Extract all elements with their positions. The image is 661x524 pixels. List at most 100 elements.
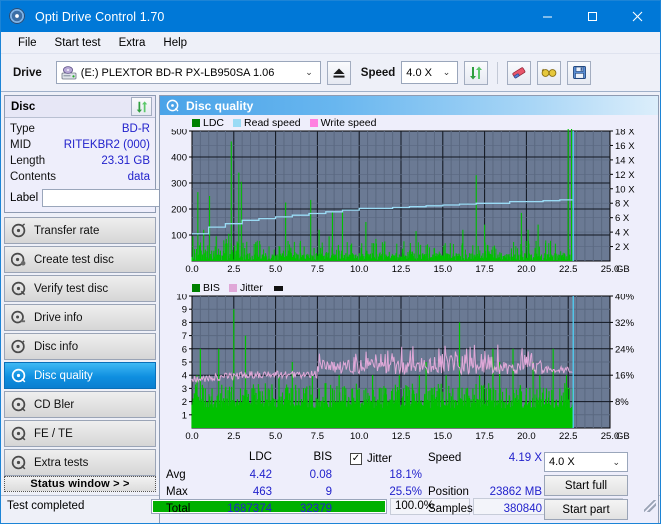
sidebar-item-label: FE / TE [34,428,73,440]
legend-swatch-bis [192,284,200,292]
start-part-button[interactable]: Start part [544,499,628,520]
svg-text:2.5: 2.5 [227,431,240,442]
eject-button[interactable] [327,61,351,85]
jitter-label: Jitter [367,453,392,465]
save-button[interactable] [567,61,591,85]
sidebar-item-label: Disc info [34,341,78,353]
svg-text:GB: GB [616,264,630,275]
legend-label-write-speed: Write speed [321,117,377,129]
svg-text:17.5: 17.5 [475,431,494,442]
disc-field-contents-value: data [128,171,150,183]
start-full-button[interactable]: Start full [544,475,628,496]
svg-text:4 X: 4 X [615,228,630,239]
status-window-label: Status window > > [30,478,129,490]
drive-select[interactable]: (E:) PLEXTOR BD-R PX-LB950SA 1.06 ⌄ [56,61,321,84]
window-title: Opti Drive Control 1.70 [35,10,164,24]
sidebar-item-create-test-disc[interactable]: Create test disc [4,246,156,273]
stats-samples-label: Samples [428,500,480,517]
disc-field-length-label: Length [10,155,45,167]
menu-file[interactable]: File [9,35,46,51]
stats-speed-value: 4.19 X [480,451,544,466]
svg-text:10: 10 [176,294,187,303]
sidebar-item-verify-test-disc[interactable]: Verify test disc [4,275,156,302]
disc-refresh-button[interactable] [131,97,152,116]
bis-jitter-chart: BIS Jitter 123456789108%16%24%32%40%0.02… [162,282,656,447]
close-button[interactable] [615,1,660,32]
svg-text:16 X: 16 X [615,141,635,152]
chevron-down-icon: ⌄ [607,457,625,468]
sidebar-item-disc-info[interactable]: Disc info [4,333,156,360]
drive-info-icon [11,310,26,325]
svg-text:6: 6 [182,344,187,355]
svg-text:200: 200 [171,205,187,216]
menu-extra[interactable]: Extra [110,35,155,51]
legend-swatch-ldc [192,119,200,127]
menu-start-test[interactable]: Start test [46,35,110,51]
svg-text:10 X: 10 X [615,184,635,195]
disc-info-icon [11,339,26,354]
sidebar-item-drive-info[interactable]: Drive info [4,304,156,331]
panel-header: Disc quality [160,96,658,115]
sidebar-item-cd-bler[interactable]: CD Bler [4,391,156,418]
jitter-checkbox[interactable]: ✓ [350,453,362,465]
glasses-button[interactable] [537,61,561,85]
refresh-button[interactable] [464,61,488,85]
status-window-toggle[interactable]: Status window > > [4,476,156,492]
ldc-plot-svg: 1002003004005002 X4 X6 X8 X10 X12 X14 X1… [162,129,656,277]
stats-actions: 4.0 X ⌄ Start full Start part [544,451,630,524]
svg-text:18 X: 18 X [615,129,635,138]
toolbar: Drive (E:) PLEXTOR BD-R PX-LB950SA 1.06 … [1,54,660,92]
test-speed-select[interactable]: 4.0 X ⌄ [544,452,628,472]
sidebar-item-disc-quality[interactable]: Disc quality [4,362,156,389]
menu-help[interactable]: Help [154,35,196,51]
start-part-label: Start part [562,504,609,516]
legend-item-jitter: Jitter [229,282,263,294]
app-window: Opti Drive Control 1.70 File Start test … [0,0,661,524]
disc-panel-title: Disc [11,101,35,113]
sidebar-item-label: Transfer rate [34,225,99,237]
eraser-button[interactable] [507,61,531,85]
stats-row-labels: Avg Max Total [166,451,208,524]
disc-test-icon [11,455,26,470]
sidebar-item-label: CD Bler [34,399,74,411]
disc-fields: Type BD-R MID RITEKBR2 (000) Length 23.3… [5,118,155,212]
chevron-down-icon: ⌄ [300,67,318,78]
stats-corner-blank [166,451,208,466]
svg-text:12.5: 12.5 [392,264,411,275]
legend-swatch-jitter [229,284,237,292]
content-area: Disc quality LDC Read speed [158,92,661,495]
window-controls [525,1,660,32]
disc-field-type-value: BD-R [122,123,150,135]
stats-samples-value: 380840 [480,500,544,517]
legend-label-jitter: Jitter [240,282,263,294]
disc-field-type: Type BD-R [10,121,150,137]
speed-value: 4.0 X [406,67,432,79]
drive-value: (E:) PLEXTOR BD-R PX-LB950SA 1.06 [81,67,275,79]
disc-label-caption: Label [10,192,38,204]
stats-label-max: Max [166,483,208,500]
stats-position-label: Position [428,483,480,500]
maximize-button[interactable] [570,1,615,32]
speed-select[interactable]: 4.0 X ⌄ [401,61,458,84]
disc-field-length: Length 23.31 GB [10,153,150,169]
bis-plot: 123456789108%16%24%32%40%0.02.55.07.510.… [162,294,656,447]
stats-bis-total: 32379 [280,500,342,517]
disc-test-icon [11,281,26,296]
svg-text:0.0: 0.0 [185,431,198,442]
sidebar-item-fe-te[interactable]: FE / TE [4,420,156,447]
toolbar-separator [497,62,498,84]
legend-item-read-speed: Read speed [233,117,301,129]
sidebar-item-label: Drive info [34,312,83,324]
disc-info-panel: Disc Type BD-R MID RITE [4,95,156,213]
svg-text:2 X: 2 X [615,242,630,253]
svg-text:5.0: 5.0 [269,431,282,442]
disc-quality-icon [166,99,179,112]
svg-text:14 X: 14 X [615,155,635,166]
svg-text:4: 4 [182,371,187,382]
sidebar-item-extra-tests[interactable]: Extra tests [4,449,156,476]
disc-field-mid-label: MID [10,139,31,151]
svg-text:20.0: 20.0 [517,264,536,275]
minimize-button[interactable] [525,1,570,32]
ldc-chart-legend: LDC Read speed Write speed [162,117,656,129]
sidebar-item-transfer-rate[interactable]: Transfer rate [4,217,156,244]
